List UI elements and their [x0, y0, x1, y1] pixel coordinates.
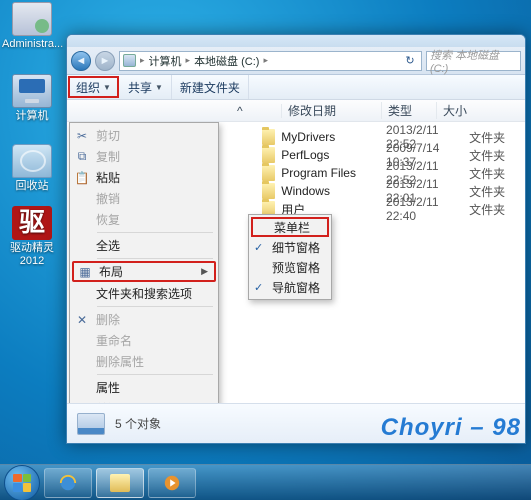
taskbar-wmp[interactable] [148, 468, 196, 498]
layout-icon: ▦ [77, 264, 93, 280]
taskbar-explorer[interactable] [96, 468, 144, 498]
folder-icon [262, 183, 275, 199]
taskbar [0, 464, 531, 500]
check-icon: ✓ [254, 281, 267, 294]
col-name[interactable]: ^ [67, 104, 282, 118]
delete-icon: ✕ [74, 312, 90, 328]
admin-icon [12, 2, 52, 36]
drive-icon [123, 54, 136, 67]
search-input[interactable]: 搜索 本地磁盘 (C:) [426, 51, 521, 71]
column-headers: ^ 修改日期 类型 大小 [67, 100, 525, 122]
driver-icon: 驱 [12, 206, 52, 240]
search-placeholder: 搜索 本地磁盘 (C:) [430, 47, 517, 75]
menu-cut[interactable]: ✂剪切 [71, 125, 217, 146]
layout-submenu: 菜单栏 ✓细节窗格 预览窗格 ✓导航窗格 [248, 214, 332, 300]
recycle-icon [12, 144, 52, 178]
submenu-details-pane[interactable]: ✓细节窗格 [251, 237, 329, 257]
col-date[interactable]: 修改日期 [282, 102, 382, 119]
menu-undo[interactable]: 撤销 [71, 188, 217, 209]
chevron-right-icon: ▶ [201, 266, 208, 277]
organize-label: 组织 [76, 79, 100, 96]
menu-select-all[interactable]: 全选 [71, 235, 217, 256]
desktop-label: 驱动精灵 2012 [2, 242, 62, 268]
menu-sep [97, 306, 213, 307]
nav-back-button[interactable]: ◄ [71, 51, 91, 71]
share-button[interactable]: 共享 ▼ [120, 75, 172, 99]
copy-icon: ⧉ [74, 149, 90, 165]
toolbar: 组织 ▼ 共享 ▼ 新建文件夹 [67, 75, 525, 100]
status-text: 5 个对象 [115, 415, 161, 432]
menu-properties[interactable]: 属性 [71, 377, 217, 398]
titlebar[interactable] [67, 35, 525, 47]
caret-down-icon: ▼ [155, 83, 163, 92]
folder-icon [262, 147, 275, 163]
breadcrumb[interactable]: ▸ 计算机 ▸ 本地磁盘 (C:) ▸ ↻ [119, 51, 422, 71]
taskbar-ie[interactable] [44, 468, 92, 498]
menu-sep [97, 232, 213, 233]
menu-copy[interactable]: ⧉复制 [71, 146, 217, 167]
nav-forward-button[interactable]: ► [95, 51, 115, 71]
menu-remove-props[interactable]: 删除属性 [71, 351, 217, 372]
folder-icon [262, 129, 275, 145]
desktop-icon-computer[interactable]: 计算机 [2, 74, 62, 123]
desktop-icon-recycle[interactable]: 回收站 [2, 144, 62, 193]
start-button[interactable] [4, 465, 40, 500]
ie-icon [58, 474, 78, 492]
menu-layout[interactable]: ▦布局▶ [72, 261, 216, 282]
address-bar: ◄ ► ▸ 计算机 ▸ 本地磁盘 (C:) ▸ ↻ 搜索 本地磁盘 (C:) [67, 47, 525, 75]
folder-icon [262, 165, 275, 181]
cut-icon: ✂ [74, 128, 90, 144]
wmp-icon [162, 474, 182, 492]
desktop-icon-driver[interactable]: 驱 驱动精灵 2012 [2, 206, 62, 268]
chevron-right-icon: ▸ [186, 55, 191, 66]
menu-rename[interactable]: 重命名 [71, 330, 217, 351]
desktop-label: 回收站 [2, 180, 62, 193]
desktop-icon-admin[interactable]: Administra... [2, 2, 62, 51]
refresh-icon[interactable]: ↻ [402, 54, 418, 67]
caret-down-icon: ▼ [103, 83, 111, 92]
submenu-menubar[interactable]: 菜单栏 [251, 217, 329, 237]
col-type[interactable]: 类型 [382, 102, 437, 119]
drive-icon [77, 413, 105, 435]
check-icon: ✓ [254, 241, 267, 254]
desktop-label: 计算机 [2, 110, 62, 123]
new-folder-label: 新建文件夹 [180, 79, 240, 96]
menu-folder-options[interactable]: 文件夹和搜索选项 [71, 283, 217, 304]
folder-icon [110, 474, 130, 492]
share-label: 共享 [128, 79, 152, 96]
status-bar: 5 个对象 Choyri – 98 [67, 403, 525, 443]
explorer-window: ◄ ► ▸ 计算机 ▸ 本地磁盘 (C:) ▸ ↻ 搜索 本地磁盘 (C:) 组… [66, 34, 526, 444]
paste-icon: 📋 [74, 170, 90, 186]
file-list-area: MyDrivers2013/2/11 22:52文件夹 PerfLogs2009… [67, 122, 525, 403]
breadcrumb-item[interactable]: 计算机 [149, 53, 182, 69]
menu-close[interactable]: 关闭 [71, 398, 217, 403]
col-size[interactable]: 大小 [437, 102, 525, 119]
desktop-label: Administra... [2, 38, 62, 51]
menu-delete[interactable]: ✕删除 [71, 309, 217, 330]
menu-sep [97, 258, 213, 259]
menu-paste[interactable]: 📋粘贴 [71, 167, 217, 188]
menu-redo[interactable]: 恢复 [71, 209, 217, 230]
breadcrumb-item[interactable]: 本地磁盘 (C:) [194, 53, 259, 69]
chevron-right-icon: ▸ [140, 55, 145, 66]
organize-button[interactable]: 组织 ▼ [68, 76, 119, 98]
submenu-nav-pane[interactable]: ✓导航窗格 [251, 277, 329, 297]
computer-icon [12, 74, 52, 108]
chevron-right-icon: ▸ [263, 55, 268, 66]
submenu-preview-pane[interactable]: 预览窗格 [251, 257, 329, 277]
new-folder-button[interactable]: 新建文件夹 [172, 75, 249, 99]
organize-menu: ✂剪切 ⧉复制 📋粘贴 撤销 恢复 全选 ▦布局▶ 文件夹和搜索选项 ✕删除 重… [69, 122, 219, 403]
menu-sep [97, 374, 213, 375]
watermark: Choyri – 98 [381, 414, 521, 442]
file-listing: MyDrivers2013/2/11 22:52文件夹 PerfLogs2009… [262, 128, 519, 218]
